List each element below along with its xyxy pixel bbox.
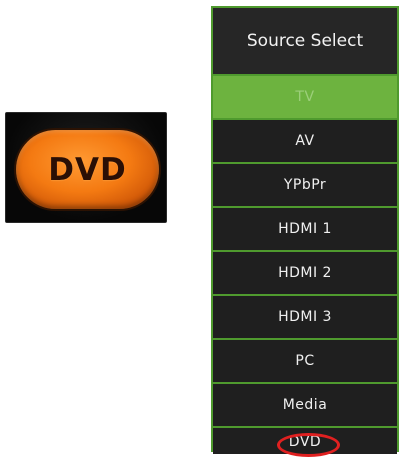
source-select-menu: Source Select TV AV YPbPr HDMI 1 HDMI 2 … — [211, 6, 399, 457]
source-item-label: Media — [282, 397, 328, 413]
source-item-label: HDMI 3 — [278, 309, 332, 325]
source-item-hdmi-3[interactable]: HDMI 3 — [213, 296, 397, 340]
source-item-label: AV — [295, 133, 315, 149]
source-item-dvd[interactable]: DVD — [213, 428, 397, 454]
source-item-label: PC — [295, 353, 315, 369]
source-item-tv[interactable]: TV — [213, 76, 397, 120]
source-item-label: HDMI 1 — [278, 221, 332, 237]
source-item-pc[interactable]: PC — [213, 340, 397, 384]
menu-header: Source Select — [213, 8, 397, 76]
source-item-hdmi-2[interactable]: HDMI 2 — [213, 252, 397, 296]
source-item-label: DVD — [288, 434, 322, 450]
menu-title: Source Select — [246, 31, 364, 51]
source-item-media[interactable]: Media — [213, 384, 397, 428]
dvd-key-label: DVD — [48, 151, 127, 188]
dvd-remote-key: DVD — [16, 130, 159, 209]
source-item-hdmi-1[interactable]: HDMI 1 — [213, 208, 397, 252]
source-item-ypbpr[interactable]: YPbPr — [213, 164, 397, 208]
source-item-label: TV — [295, 89, 315, 105]
remote-button-photo: DVD — [5, 112, 167, 223]
source-item-label: HDMI 2 — [278, 265, 332, 281]
source-item-av[interactable]: AV — [213, 120, 397, 164]
source-item-label: YPbPr — [283, 177, 327, 193]
